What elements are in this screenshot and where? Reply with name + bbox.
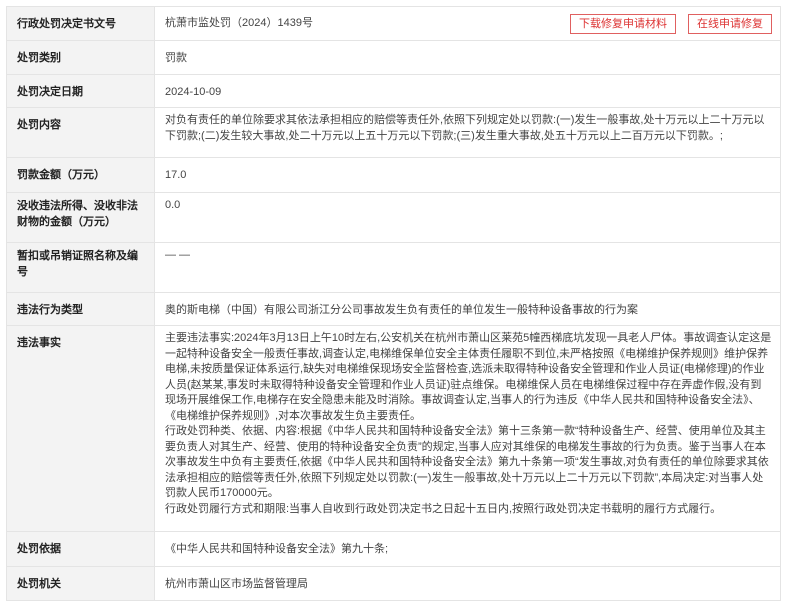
row-type: 处罚类别 罚款	[7, 41, 781, 75]
row-suspend: 暂扣或吊销证照名称及编号 — —	[7, 243, 781, 293]
label-type: 处罚类别	[7, 41, 155, 74]
action-buttons: 下载修复申请材料 在线申请修复	[570, 14, 772, 34]
label-content: 处罚内容	[7, 108, 155, 157]
value-doc-no: 杭萧市监处罚（2024）1439号	[165, 17, 313, 29]
label-fine: 罚款金额（万元）	[7, 158, 155, 192]
row-date: 处罚决定日期 2024-10-09	[7, 75, 781, 108]
facts-paragraph-2: 行政处罚种类、依据、内容:根据《中华人民共和国特种设备安全法》第十三条第一款“特…	[165, 425, 769, 499]
facts-paragraph-1: 主要违法事实:2024年3月13日上午10时左右,公安机关在杭州市萧山区莱苑5幢…	[165, 332, 772, 422]
label-confiscate: 没收违法所得、没收非法财物的金额（万元）	[7, 193, 155, 242]
download-repair-materials-button[interactable]: 下载修复申请材料	[570, 14, 676, 34]
facts-paragraph-3: 行政处罚履行方式和期限:当事人自收到行政处罚决定书之日起十五日内,按照行政处罚决…	[165, 502, 722, 515]
row-confiscate: 没收违法所得、没收非法财物的金额（万元） 0.0	[7, 193, 781, 243]
row-content: 处罚内容 对负有责任的单位除要求其依法承担相应的赔偿等责任外,依照下列规定处以罚…	[7, 108, 781, 158]
online-repair-apply-button[interactable]: 在线申请修复	[688, 14, 772, 34]
value-confiscate: 0.0	[165, 199, 181, 211]
label-authority: 处罚机关	[7, 567, 155, 600]
row-authority: 处罚机关 杭州市萧山区市场监督管理局	[7, 567, 781, 601]
value-type: 罚款	[165, 52, 187, 64]
label-facts: 违法事实	[7, 326, 155, 531]
row-fine: 罚款金额（万元） 17.0	[7, 158, 781, 193]
row-basis: 处罚依据 《中华人民共和国特种设备安全法》第九十条;	[7, 532, 781, 567]
label-suspend: 暂扣或吊销证照名称及编号	[7, 243, 155, 292]
value-suspend: — —	[165, 249, 191, 261]
row-facts: 违法事实 主要违法事实:2024年3月13日上午10时左右,公安机关在杭州市萧山…	[7, 326, 781, 532]
value-authority: 杭州市萧山区市场监督管理局	[165, 578, 308, 590]
label-violation-type: 违法行为类型	[7, 293, 155, 325]
row-doc-no: 行政处罚决定书文号 杭萧市监处罚（2024）1439号 下载修复申请材料 在线申…	[7, 7, 781, 41]
label-basis: 处罚依据	[7, 532, 155, 566]
value-facts: 主要违法事实:2024年3月13日上午10时左右,公安机关在杭州市萧山区莱苑5幢…	[155, 326, 780, 531]
value-basis: 《中华人民共和国特种设备安全法》第九十条;	[165, 543, 389, 555]
value-content: 对负有责任的单位除要求其依法承担相应的赔偿等责任外,依照下列规定处以罚款:(一)…	[165, 114, 765, 142]
label-date: 处罚决定日期	[7, 75, 155, 107]
row-violation-type: 违法行为类型 奥的斯电梯（中国）有限公司浙江分公司事故发生负有责任的单位发生一般…	[7, 293, 781, 326]
label-doc-no: 行政处罚决定书文号	[7, 7, 155, 40]
value-fine: 17.0	[165, 169, 187, 181]
value-violation-type: 奥的斯电梯（中国）有限公司浙江分公司事故发生负有责任的单位发生一般特种设备事故的…	[165, 304, 638, 316]
value-doc-no-cell: 杭萧市监处罚（2024）1439号 下载修复申请材料 在线申请修复	[155, 7, 780, 40]
value-date: 2024-10-09	[165, 86, 222, 98]
penalty-info-table: 行政处罚决定书文号 杭萧市监处罚（2024）1439号 下载修复申请材料 在线申…	[6, 6, 781, 601]
